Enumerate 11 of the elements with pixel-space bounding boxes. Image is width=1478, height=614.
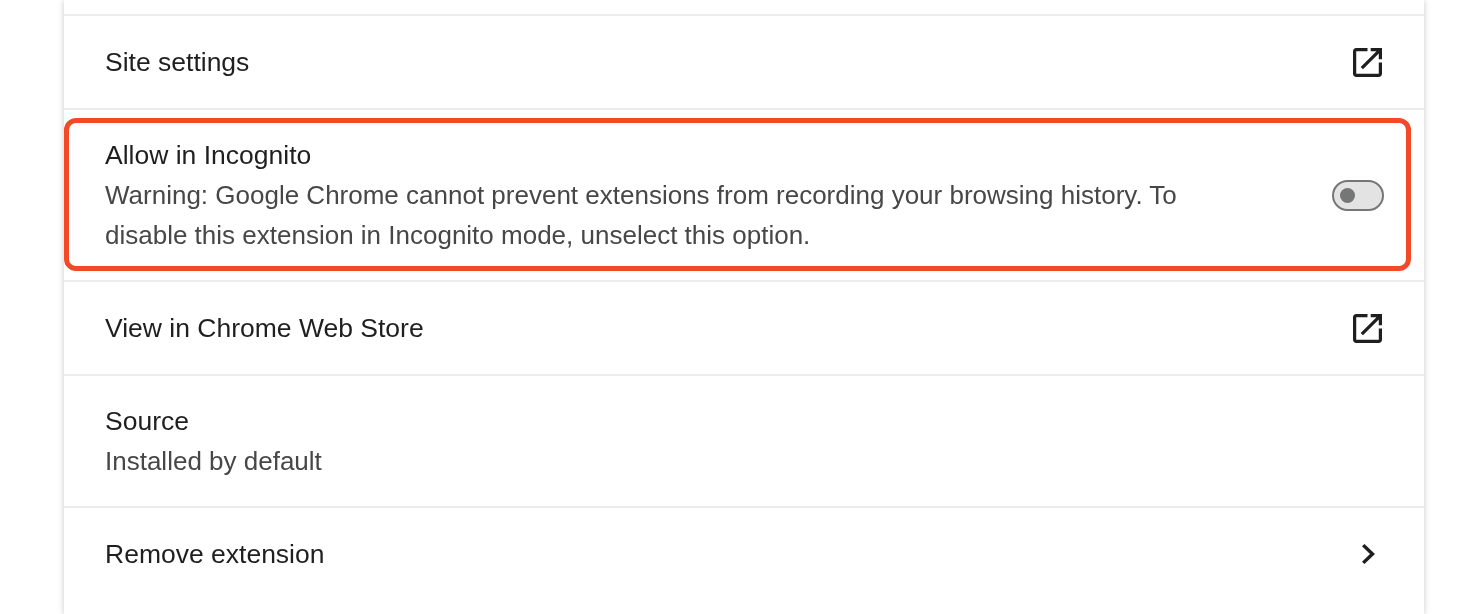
setting-label: Source: [105, 405, 189, 438]
setting-label: Site settings: [105, 46, 250, 79]
setting-description: Installed by default: [105, 445, 322, 478]
setting-label: View in Chrome Web Store: [105, 312, 424, 345]
external-link-icon[interactable]: [1353, 47, 1382, 77]
setting-description: Warning: Google Chrome cannot prevent extensions from recording your browsing history. To disable this extension in Incognito mode, unselect this option.: [105, 179, 1178, 252]
setting-label: Remove extension: [105, 538, 325, 571]
toggle-switch[interactable]: [1332, 179, 1384, 211]
setting-label: Allow in Incognito: [105, 139, 312, 172]
external-link-icon[interactable]: [1353, 313, 1382, 343]
chevron-right-icon[interactable]: [1362, 544, 1375, 564]
